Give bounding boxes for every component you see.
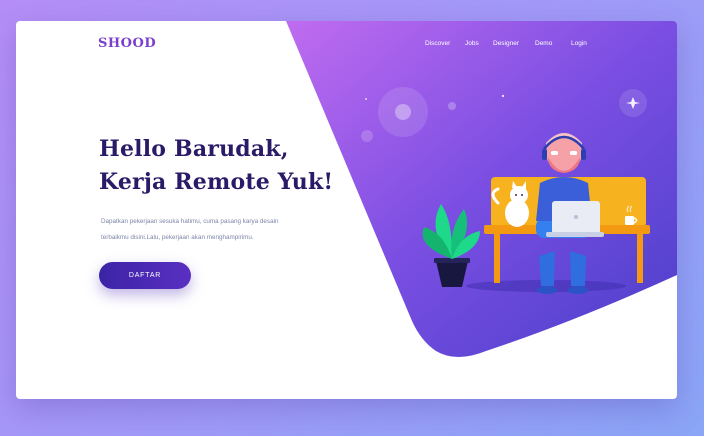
description-line-2: terbaikmu disini.Lalu, pekerjaan akan me… — [101, 233, 254, 241]
landing-page-card: SHOOD Discover Jobs Designer Demo Login … — [16, 21, 677, 399]
signup-button[interactable]: DAFTAR — [99, 262, 191, 289]
decorative-orbs — [361, 87, 647, 142]
remote-worker-illustration — [361, 87, 650, 294]
description-line-1: Dapatkan pekerjaan sesuka hatimu, cuma p… — [101, 218, 279, 225]
nav-login[interactable]: Login — [571, 40, 587, 47]
laptop-illustration — [546, 201, 604, 237]
headline-line-1: Hello Barudak, — [99, 136, 289, 162]
plant-illustration — [422, 204, 480, 287]
hero-description: Dapatkan pekerjaan sesuka hatimu, cuma p… — [101, 214, 331, 245]
headline-line-2: Kerja Remote Yuk! — [99, 169, 334, 195]
hero-headline: Hello Barudak, Kerja Remote Yuk! — [99, 133, 333, 199]
top-nav: Discover Jobs Designer Demo Login — [16, 40, 677, 52]
nav-jobs[interactable]: Jobs — [465, 40, 479, 47]
nav-designer[interactable]: Designer — [493, 40, 519, 47]
nav-demo[interactable]: Demo — [535, 40, 552, 47]
nav-discover[interactable]: Discover — [425, 40, 450, 47]
